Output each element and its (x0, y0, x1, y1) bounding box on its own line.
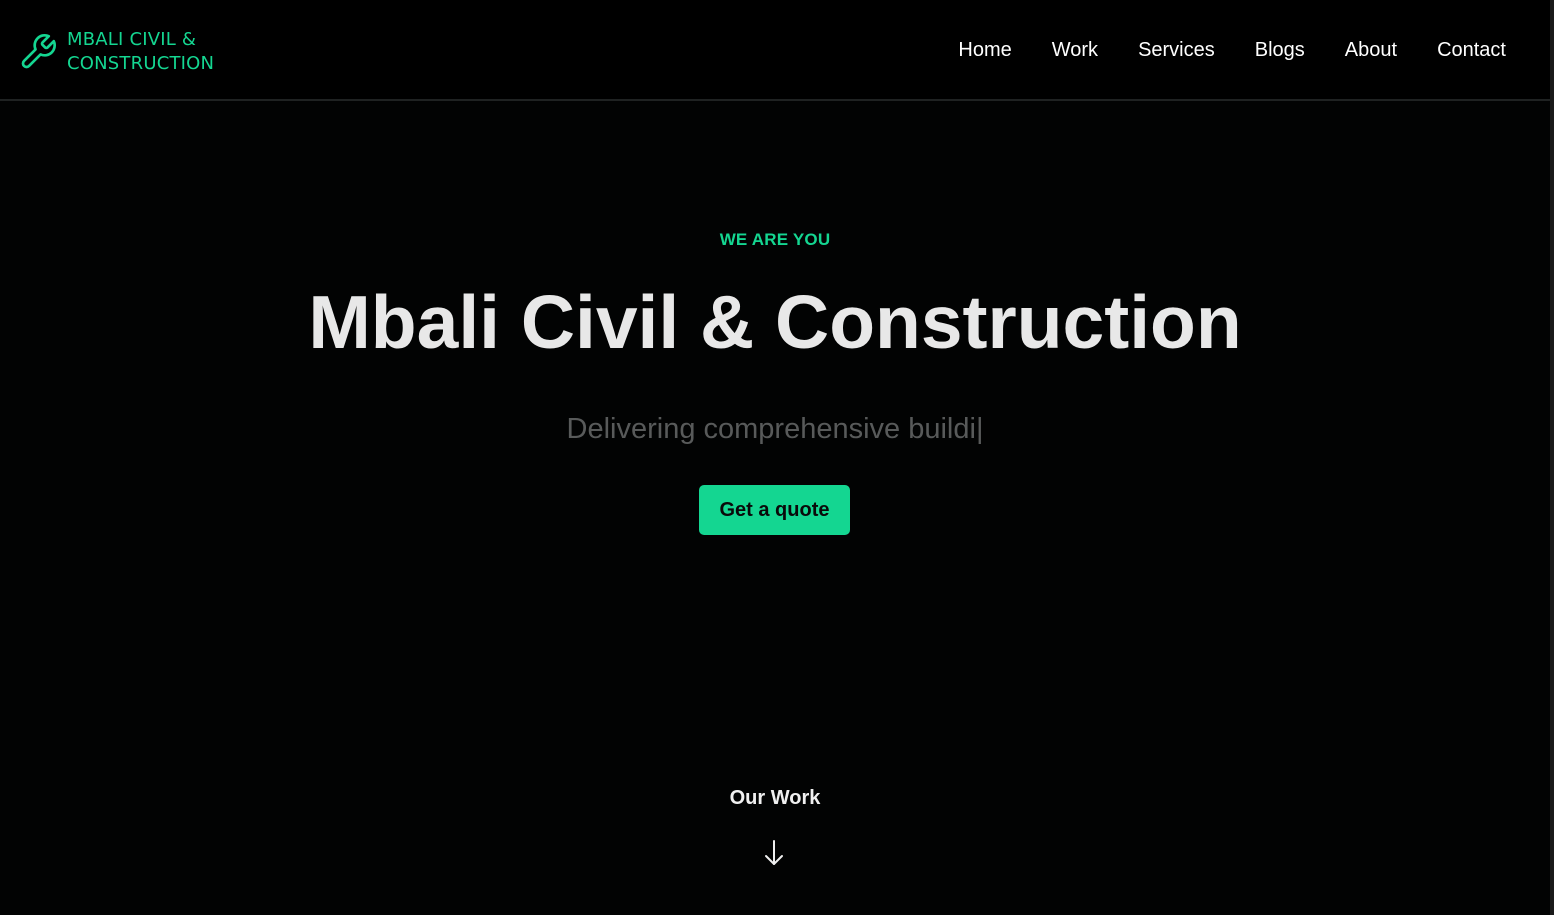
main-nav: Home Work Services Blogs About Contact (918, 36, 1506, 64)
nav-link-work[interactable]: Work (1052, 36, 1098, 64)
nav-link-about[interactable]: About (1345, 36, 1397, 64)
get-quote-button[interactable]: Get a quote (699, 485, 850, 535)
nav-link-services[interactable]: Services (1138, 36, 1215, 64)
hero-eyebrow: WE ARE YOU (719, 230, 831, 249)
nav-link-blogs[interactable]: Blogs (1255, 36, 1305, 64)
scrollbar-track[interactable] (1550, 0, 1554, 915)
brand-name: MBALI CIVIL & CONSTRUCTION (67, 29, 215, 74)
our-work-link[interactable]: Our Work (0, 787, 1550, 810)
nav-link-contact[interactable]: Contact (1437, 36, 1506, 64)
wrench-icon (21, 34, 56, 69)
hero-typing-subtitle: Delivering comprehensive buildi| (566, 413, 984, 445)
brand-logo-link[interactable]: MBALI CIVIL & CONSTRUCTION (18, 28, 227, 76)
hero-title: Mbali Civil & Construction (308, 280, 1242, 364)
arrow-down-icon[interactable] (763, 838, 785, 868)
navbar: MBALI CIVIL & CONSTRUCTION Home Work Ser… (0, 0, 1550, 101)
nav-link-home[interactable]: Home (958, 36, 1011, 64)
